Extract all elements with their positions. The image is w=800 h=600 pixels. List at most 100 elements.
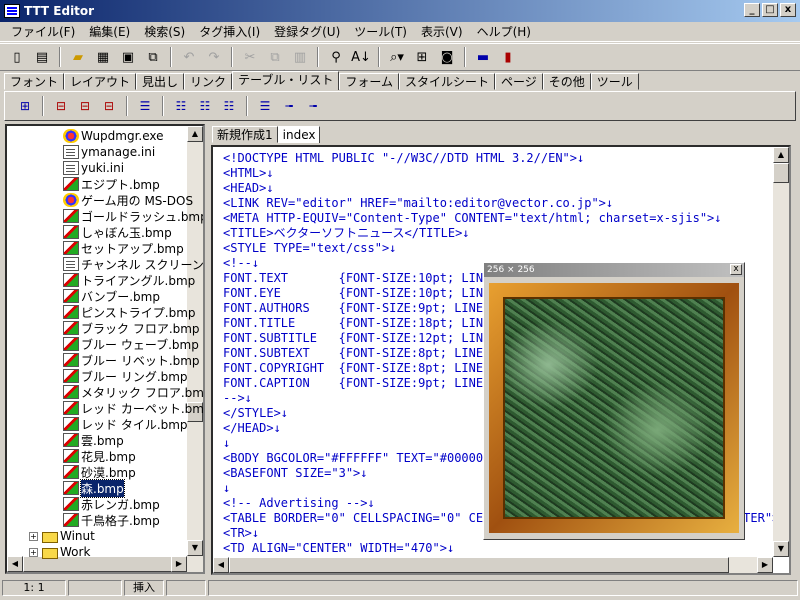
maximize-button[interactable]: □ [762,3,778,17]
tree-item[interactable]: 赤レンガ.bmp [63,496,160,512]
tab-tools[interactable]: ツール [590,73,639,90]
tree-item[interactable]: エジプト.bmp [63,176,160,192]
scroll-left-icon[interactable]: ◀ [7,556,23,572]
save-all-icon[interactable]: ⧉ [142,46,164,68]
redo-icon[interactable]: ↷ [203,46,225,68]
tree-item[interactable]: 千鳥格子.bmp [63,512,160,528]
app-icon[interactable] [4,4,20,18]
table-cell-icon[interactable]: ⊟ [99,98,119,114]
tree-item[interactable]: バンブー.bmp [63,288,160,304]
table-header-icon[interactable]: ⊟ [75,98,95,114]
new-document-icon[interactable]: ▤ [31,46,53,68]
save-icon[interactable]: ▣ [117,46,139,68]
expand-icon[interactable]: + [29,531,38,541]
tab-link[interactable]: リンク [184,73,233,90]
title-bar[interactable]: TTT Editor _ □ x [0,0,800,22]
editor-scroll-thumb[interactable] [773,163,789,183]
scroll-down-icon[interactable]: ▼ [187,540,203,556]
definition-term-icon[interactable]: ╼ [279,98,299,114]
tab-other[interactable]: その他 [542,73,591,90]
close-button[interactable]: x [780,3,796,17]
tree-item[interactable]: ブルー リング.bmp [63,368,188,384]
menu-tools[interactable]: ツール(T) [347,23,414,40]
minimize-button[interactable]: _ [744,3,760,17]
unordered-list-icon[interactable]: ☷ [171,98,191,114]
zoom-dropdown-icon[interactable]: ⌕▾ [386,46,408,68]
list-icon[interactable]: ☰ [135,98,155,114]
doc-tab-index[interactable]: index [277,126,321,143]
tree-item[interactable]: 森.bmp [63,478,125,498]
menu-edit[interactable]: 編集(E) [82,23,137,40]
tree-item[interactable]: ブルー ウェーブ.bmp [63,336,199,352]
menu-view[interactable]: 表示(V) [414,23,470,40]
paste-icon[interactable]: ▥ [289,46,311,68]
editor-scroll-right-icon[interactable]: ▶ [757,557,773,573]
tab-stylesheet[interactable]: スタイルシート [398,73,495,90]
menu-insert-tag[interactable]: タグ挿入(I) [192,23,267,40]
tree-item[interactable]: Wupdmgr.exe [63,128,164,144]
image-preview-window[interactable]: 256 × 256 x [483,262,745,540]
tree-item[interactable]: セットアップ.bmp [63,240,184,256]
book-icon[interactable]: ▮ [497,46,519,68]
open-file-icon[interactable]: ▦ [92,46,114,68]
tab-page[interactable]: ページ [495,73,543,90]
editor-scroll-left-icon[interactable]: ◀ [213,557,229,573]
tree-folder[interactable]: + Work [29,544,90,560]
scroll-right-icon[interactable]: ▶ [171,556,187,572]
cut-icon[interactable]: ✂ [239,46,261,68]
table-row-icon[interactable]: ⊟ [51,98,71,114]
tree-item[interactable]: メタリック フロア.bmp [63,384,203,400]
tree-item[interactable]: ゲーム用の MS-DOS [63,192,193,208]
preview-close-button[interactable]: x [730,264,742,275]
tree-item[interactable]: レッド タイル.bmp [63,416,188,432]
tree-item[interactable]: ブルー リベット.bmp [63,352,200,368]
tab-font[interactable]: フォント [4,73,65,90]
tree-item[interactable]: 花見.bmp [63,448,136,464]
tree-view-icon[interactable]: ⊞ [411,46,433,68]
definition-desc-icon[interactable]: ╼ [303,98,323,114]
tree-item[interactable]: ymanage.ini [63,144,155,160]
new-file-icon[interactable]: ▯ [6,46,28,68]
blank-status-pane [68,580,122,596]
tree-item[interactable]: チャンネル スクリーン [63,256,203,272]
menu-file[interactable]: ファイル(F) [4,23,82,40]
scroll-up-icon[interactable]: ▲ [187,126,203,142]
tab-form[interactable]: フォーム [339,73,399,90]
browser-icon[interactable]: ▬ [472,46,494,68]
file-tree[interactable]: ▲ ▼ ◀ ▶ Wupdmgr.exe ymanage.ini yuki.ini エジ… [5,124,205,574]
replace-icon[interactable]: A↓ [350,46,372,68]
tree-item[interactable]: 雲.bmp [63,432,124,448]
tree-item[interactable]: トライアングル.bmp [63,272,195,288]
tab-table-list[interactable]: テーブル・リスト [232,71,340,90]
open-folder-icon[interactable]: ▰ [67,46,89,68]
editor-scroll-down-icon[interactable]: ▼ [773,541,789,557]
menu-search[interactable]: 検索(S) [137,23,192,40]
tree-item[interactable]: しゃぼん玉.bmp [63,224,172,240]
ordered-list-icon[interactable]: ☷ [195,98,215,114]
preview-icon[interactable]: ◙ [436,46,458,68]
doc-tab-new1[interactable]: 新規作成1 [212,126,278,143]
editor-hscroll-thumb[interactable] [229,557,729,573]
editor-vertical-scrollbar[interactable]: ▲ ▼ [773,147,789,557]
definition-list-icon[interactable]: ☷ [219,98,239,114]
expand-icon[interactable]: + [29,547,38,557]
editor-scroll-up-icon[interactable]: ▲ [773,147,789,163]
table-icon[interactable]: ⊞ [15,98,35,114]
list-item-icon[interactable]: ☰ [255,98,275,114]
tree-item[interactable]: 砂漠.bmp [63,464,136,480]
editor-horizontal-scrollbar[interactable]: ◀ ▶ [213,557,773,573]
tree-item[interactable]: ゴールドラッシュ.bmp [63,208,203,224]
copy-icon[interactable]: ⧉ [264,46,286,68]
tab-heading[interactable]: 見出し [136,73,185,90]
tree-item[interactable]: ピンストライプ.bmp [63,304,196,320]
find-icon[interactable]: ⚲ [325,46,347,68]
tree-folder[interactable]: + Winut [29,528,95,544]
tree-item[interactable]: yuki.ini [63,160,124,176]
menu-help[interactable]: ヘルプ(H) [470,23,538,40]
menu-registered-tag[interactable]: 登録タグ(U) [267,23,347,40]
preview-title-bar[interactable]: 256 × 256 x [484,263,744,277]
tree-item[interactable]: レッド カーペット.bmp [63,400,203,416]
tab-layout[interactable]: レイアウト [64,73,137,90]
undo-icon[interactable]: ↶ [178,46,200,68]
tree-item[interactable]: ブラック フロア.bmp [63,320,200,336]
